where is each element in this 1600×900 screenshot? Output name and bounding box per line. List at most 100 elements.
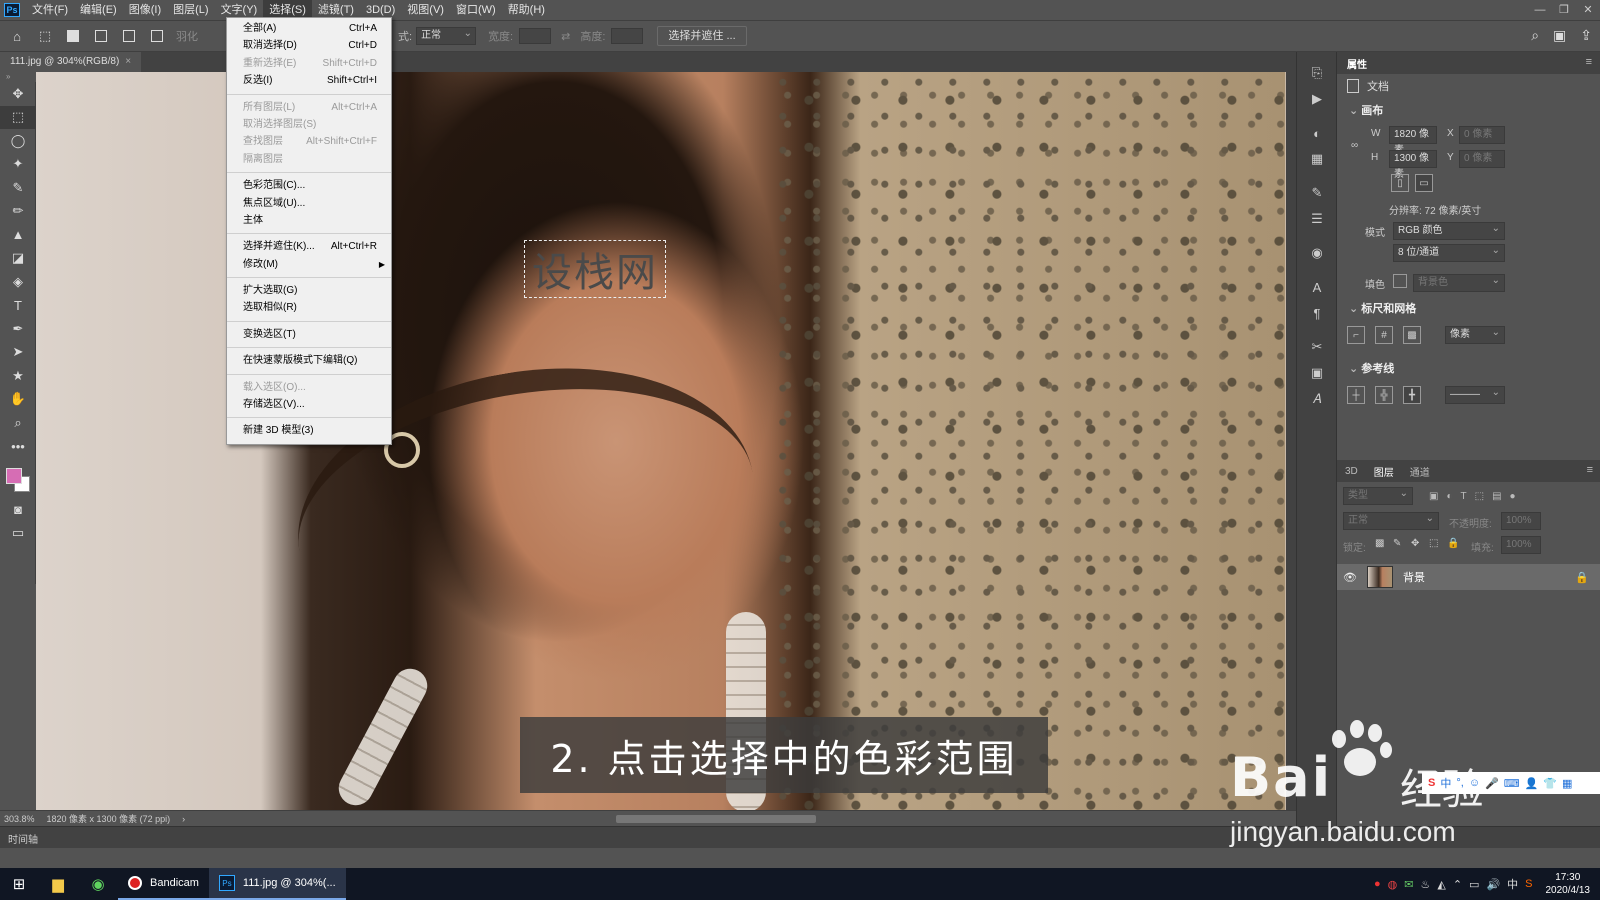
swap-icon[interactable]: ⇄ [561, 30, 570, 43]
hand-tool-icon[interactable]: ✋ [0, 388, 36, 412]
screen-mode-icon[interactable]: ▭ [0, 522, 36, 546]
panel-menu-icon[interactable]: ≡ [1586, 56, 1592, 68]
record-tray-icon[interactable]: ● [1374, 878, 1381, 890]
select-menu-item[interactable]: 全部(A) Ctrl+A [227, 20, 391, 37]
canvas-width-field[interactable]: 1820 像素 [1389, 126, 1437, 156]
blend-mode-select[interactable]: 正常 [1343, 511, 1439, 530]
ruler-icon[interactable]: ⌐ [1347, 326, 1365, 344]
marquee-preset-icon[interactable]: ⬚ [34, 25, 56, 47]
lock-all-icon[interactable]: 🔒 [1447, 538, 1459, 549]
move-tool-icon[interactable]: ✥ [0, 82, 36, 106]
menu-help[interactable]: 帮助(H) [502, 0, 551, 20]
lock-artboard-icon[interactable]: ⬚ [1429, 538, 1438, 549]
filter-toggle-icon[interactable]: ● [1510, 491, 1516, 502]
character-icon[interactable]: A [1297, 274, 1337, 300]
volume-tray-icon[interactable]: 🔊 [1486, 878, 1500, 891]
select-menu-item[interactable]: 修改(M) [227, 256, 391, 274]
foreground-color[interactable] [6, 468, 22, 484]
tab-properties[interactable]: 属性 [1347, 56, 1367, 71]
shape-tool-icon[interactable]: ★ [0, 364, 36, 388]
doc-info[interactable]: 1820 像素 x 1300 像素 (72 ppi) [47, 812, 171, 825]
height-input[interactable] [611, 28, 644, 44]
horizontal-scrollbar[interactable] [616, 815, 816, 823]
zoom-tool-icon[interactable]: ⌕ [0, 411, 36, 435]
restore-icon[interactable]: ❐ [1552, 0, 1576, 20]
paragraph-icon[interactable]: ¶ [1297, 300, 1337, 326]
tab-layers[interactable]: 图层 [1374, 464, 1394, 479]
ime-logo-icon[interactable]: S [1428, 777, 1435, 789]
pen-tool-icon[interactable]: ✒ [0, 317, 36, 341]
new-guide-icon[interactable]: ╋ [1403, 386, 1421, 404]
sogou-tray-icon[interactable]: S [1525, 878, 1532, 890]
tray-app-icon[interactable]: ♨ [1420, 878, 1430, 891]
adjustments-icon[interactable]: ☰ [1297, 206, 1337, 232]
search-icon[interactable]: ⌕ [1531, 27, 1539, 44]
style-select[interactable]: 正常 [416, 26, 477, 45]
brush-tool-icon[interactable]: ✏ [0, 200, 36, 224]
layer-row[interactable]: 👁 背景 🔒 [1337, 564, 1600, 590]
select-menu-item[interactable]: 主体 [227, 212, 391, 229]
minimize-icon[interactable]: — [1528, 0, 1552, 20]
visibility-eye-icon[interactable]: 👁 [1343, 571, 1363, 584]
actions-play-icon[interactable]: ▶ [1297, 86, 1337, 112]
canvas-y-field[interactable]: 0 像素 [1459, 150, 1505, 168]
ime-mic-icon[interactable]: 🎤 [1485, 777, 1499, 790]
eraser-tool-icon[interactable]: ◪ [0, 247, 36, 271]
ime-tray-label[interactable]: 中 [1507, 876, 1518, 892]
ime-user-icon[interactable]: 👤 [1525, 777, 1539, 790]
add-selection-icon[interactable] [90, 25, 112, 47]
tray-expand-icon[interactable]: ⌃ [1453, 878, 1462, 891]
select-menu-item[interactable]: 反选(I) Shift+Ctrl+I [227, 72, 391, 89]
portrait-orientation-icon[interactable]: ▯ [1391, 174, 1409, 192]
menu-edit[interactable]: 编辑(E) [74, 0, 123, 20]
ime-toolbar[interactable]: S 中 °, ☺ 🎤 ⌨ 👤 👕 ▦ [1422, 772, 1600, 794]
filter-shape-icon[interactable]: ⬚ [1475, 491, 1484, 502]
magic-wand-tool-icon[interactable]: ✦ [0, 153, 36, 177]
history-icon[interactable]: ⎘ [1297, 60, 1337, 86]
home-icon[interactable]: ⌂ [6, 25, 28, 47]
ime-skin-icon[interactable]: 👕 [1543, 777, 1557, 790]
select-menu-item[interactable]: 色彩范围(C)... [227, 177, 391, 194]
taskbar-photoshop[interactable]: Ps 111.jpg @ 304%(... [208, 868, 346, 900]
menu-layer[interactable]: 图层(L) [167, 0, 214, 20]
width-input[interactable] [519, 28, 552, 44]
canvas-x-field[interactable]: 0 像素 [1459, 126, 1505, 144]
select-menu-item[interactable]: 焦点区域(U)... [227, 195, 391, 212]
fill-opacity-field[interactable]: 100% [1501, 536, 1541, 554]
select-menu-item[interactable]: 选择并遮住(K)... Alt+Ctrl+R [227, 238, 391, 255]
smart-guide-icon[interactable]: ╬ [1375, 386, 1393, 404]
eyedropper-tool-icon[interactable]: ✎ [0, 176, 36, 200]
antivirus-tray-icon[interactable]: ◍ [1388, 878, 1398, 891]
quick-mask-icon[interactable]: ◙ [0, 498, 36, 522]
stamp-tool-icon[interactable]: ▲ [0, 223, 36, 247]
document-canvas[interactable]: 设栈网 2. 点击选择中的色彩范围 [36, 72, 1296, 810]
filter-type-icon[interactable]: T [1461, 491, 1467, 502]
filter-smart-icon[interactable]: ▤ [1492, 491, 1501, 502]
tab-channels[interactable]: 通道 [1410, 464, 1430, 479]
lock-pixels-icon[interactable]: ▩ [1375, 538, 1384, 549]
grid-icon[interactable]: # [1375, 326, 1393, 344]
layer-name[interactable]: 背景 [1403, 569, 1425, 585]
display-tray-icon[interactable]: ▭ [1469, 878, 1479, 891]
layer-lock-icon[interactable]: 🔒 [1575, 571, 1589, 584]
active-selection[interactable]: 设栈网 [524, 240, 666, 298]
canvas-height-field[interactable]: 1300 像素 [1389, 150, 1437, 180]
lock-paint-icon[interactable]: ✎ [1393, 538, 1401, 549]
browser-icon[interactable]: ◉ [78, 868, 118, 900]
opacity-field[interactable]: 100% [1501, 512, 1541, 530]
ime-emoji-icon[interactable]: ☺ [1469, 777, 1480, 789]
ime-punct-icon[interactable]: °, [1456, 777, 1463, 789]
workspace-icon[interactable]: ▣ [1553, 27, 1566, 44]
file-explorer-icon[interactable]: ▆ [38, 868, 78, 900]
status-arrow-icon[interactable]: › [182, 814, 185, 824]
select-and-mask-button[interactable]: 选择并遮住 ... [657, 26, 747, 46]
guides-section-header[interactable]: 参考线 [1337, 356, 1600, 380]
mode-select[interactable]: RGB 颜色 [1393, 221, 1505, 240]
select-menu-item[interactable]: 新建 3D 模型(3) [227, 422, 391, 439]
fill-select[interactable]: 背景色 [1413, 273, 1505, 292]
close-icon[interactable]: ✕ [1576, 0, 1600, 20]
tools-icon[interactable]: ✂ [1297, 334, 1337, 360]
table-icon[interactable]: ▦ [1297, 146, 1337, 172]
select-menu-item[interactable]: 在快速蒙版模式下编辑(Q) [227, 352, 391, 369]
type-tool-icon[interactable]: T [0, 294, 36, 318]
